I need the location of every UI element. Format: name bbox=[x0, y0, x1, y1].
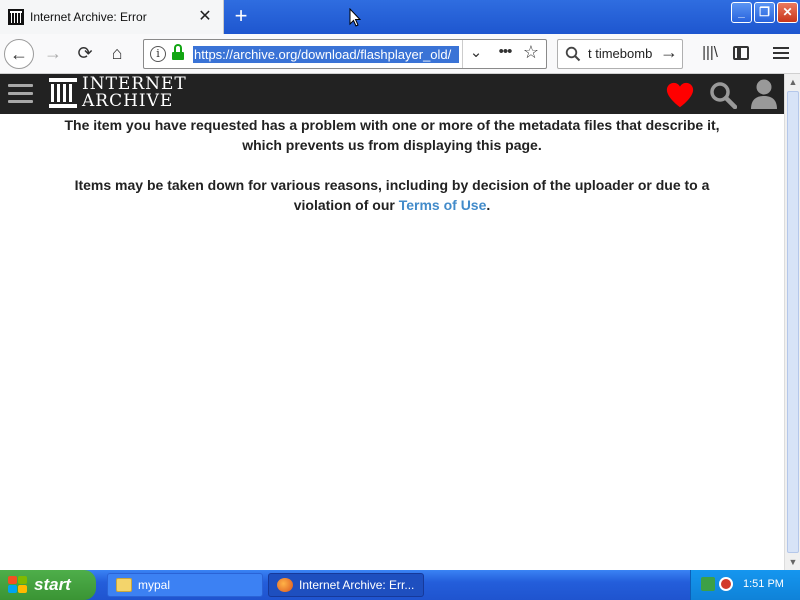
system-tray: 1:51 PM bbox=[690, 570, 800, 600]
search-magnifier-icon bbox=[565, 46, 581, 62]
scroll-up-icon[interactable]: ▲ bbox=[785, 74, 800, 90]
restore-button[interactable]: ❐ bbox=[754, 2, 775, 23]
minimize-button[interactable]: _ bbox=[731, 2, 752, 23]
logo-line-2: ARCHIVE bbox=[82, 91, 174, 111]
page-actions-icon[interactable]: ••• bbox=[494, 43, 516, 60]
url-bar[interactable]: i https://archive.org/download/flashplay… bbox=[143, 39, 547, 69]
taskbar-item-mypal[interactable]: mypal bbox=[107, 573, 263, 597]
ia-logo-icon[interactable] bbox=[49, 78, 77, 108]
takedown-period: . bbox=[486, 197, 491, 213]
screen: Internet Archive: Error ✕ + _ ❐ ✕ ← → ⟳ … bbox=[0, 0, 800, 600]
ia-logo-text[interactable]: INTERNET ARCHIVE bbox=[82, 76, 187, 110]
browser-menu-icon[interactable] bbox=[772, 44, 790, 62]
navigation-bar: ← → ⟳ ⌂ i https://archive.org/download/f… bbox=[0, 34, 800, 74]
new-tab-button[interactable]: + bbox=[230, 5, 252, 27]
back-button[interactable]: ← bbox=[4, 39, 34, 69]
start-label: start bbox=[34, 575, 71, 594]
terms-of-use-link[interactable]: Terms of Use bbox=[399, 197, 487, 213]
site-info-icon[interactable]: i bbox=[150, 46, 166, 62]
vertical-scrollbar[interactable]: ▲ ▼ bbox=[784, 74, 800, 570]
tab-strip: Internet Archive: Error ✕ + _ ❐ ✕ bbox=[0, 0, 800, 34]
takedown-message: Items may be taken down for various reas… bbox=[50, 175, 734, 215]
tab-internet-archive[interactable]: Internet Archive: Error ✕ bbox=[0, 0, 224, 34]
window-controls: _ ❐ ✕ bbox=[731, 2, 798, 23]
tab-close-button[interactable]: ✕ bbox=[197, 9, 213, 25]
bookmark-star-icon[interactable]: ☆ bbox=[520, 42, 542, 63]
url-dropdown-icon[interactable]: ⌄ bbox=[466, 43, 486, 61]
firefox-icon bbox=[277, 578, 293, 592]
error-message: The item you have requested has a proble… bbox=[64, 117, 720, 153]
search-bar[interactable]: t timebomb → bbox=[557, 39, 683, 69]
search-input[interactable]: t timebomb bbox=[588, 46, 652, 61]
forward-button[interactable]: → bbox=[38, 39, 68, 69]
url-text[interactable]: https://archive.org/download/flashplayer… bbox=[193, 46, 459, 63]
scroll-thumb[interactable] bbox=[787, 91, 799, 553]
sidebar-toggle-icon[interactable] bbox=[731, 44, 751, 62]
reload-button[interactable]: ⟳ bbox=[70, 39, 100, 69]
security-alert-icon[interactable] bbox=[719, 577, 733, 591]
taskbar-item-label: mypal bbox=[138, 578, 171, 592]
ia-favicon-icon bbox=[8, 9, 24, 25]
network-icon[interactable] bbox=[701, 577, 715, 591]
heart-icon[interactable] bbox=[665, 80, 695, 110]
close-window-button[interactable]: ✕ bbox=[777, 2, 798, 23]
tab-title: Internet Archive: Error bbox=[30, 10, 147, 24]
home-button[interactable]: ⌂ bbox=[102, 39, 132, 69]
lock-icon[interactable] bbox=[172, 44, 184, 60]
folder-icon bbox=[116, 578, 132, 592]
search-go-button[interactable]: → bbox=[660, 42, 678, 63]
hamburger-icon[interactable] bbox=[8, 84, 33, 104]
clock[interactable]: 1:51 PM bbox=[743, 578, 784, 590]
start-button[interactable]: start bbox=[0, 570, 96, 600]
takedown-text: Items may be taken down for various reas… bbox=[74, 177, 710, 213]
library-icon[interactable]: |||\ bbox=[699, 44, 721, 64]
user-icon[interactable] bbox=[749, 78, 779, 110]
ia-header: INTERNET ARCHIVE bbox=[0, 74, 784, 114]
taskbar-item-label: Internet Archive: Err... bbox=[299, 578, 415, 592]
scroll-down-icon[interactable]: ▼ bbox=[785, 554, 800, 570]
mouse-cursor-icon bbox=[349, 8, 361, 27]
taskbar-item-internet-archive[interactable]: Internet Archive: Err... bbox=[268, 573, 424, 597]
url-separator bbox=[462, 40, 463, 68]
page-content: The item you have requested has a proble… bbox=[0, 114, 784, 570]
windows-taskbar: start mypal Internet Archive: Err... 1:5… bbox=[0, 570, 800, 600]
search-icon[interactable] bbox=[709, 81, 737, 109]
windows-flag-icon bbox=[8, 576, 28, 594]
